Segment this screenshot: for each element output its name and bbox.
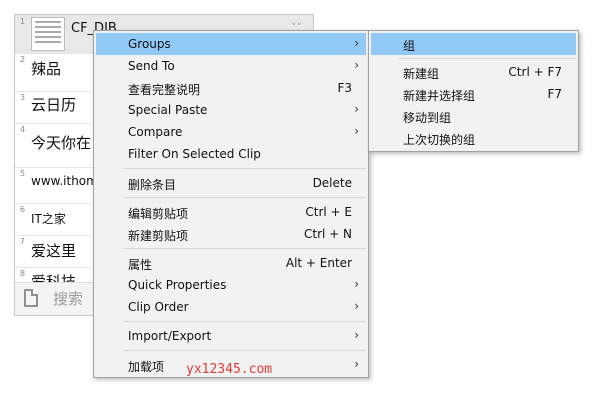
groups-submenu: 组 新建组 Ctrl + F7 新建并选择组 F7 移动到组 上次切换的组 (368, 30, 579, 152)
menu-item-shortcut: Alt + Enter (285, 256, 352, 270)
submenu-item-new-group[interactable]: 新建组 Ctrl + F7 (371, 61, 576, 83)
menu-item-label: Import/Export (128, 329, 212, 343)
submenu-item-last-switched-group[interactable]: 上次切换的组 (371, 127, 576, 149)
menu-separator (124, 197, 366, 198)
menu-item-label: 新建剪贴项 (128, 229, 189, 243)
chevron-right-icon: › (354, 357, 359, 371)
menu-item-label: 上次切换的组 (403, 133, 476, 147)
menu-item-label: Special Paste (128, 103, 208, 117)
menu-item-label: 新建组 (403, 67, 440, 81)
clip-text: 今天你在 (31, 134, 92, 152)
menu-separator (124, 350, 366, 351)
clip-number: 4 (20, 125, 26, 134)
menu-item-shortcut: F7 (547, 87, 562, 101)
menu-item-label: Send To (128, 59, 175, 73)
menu-item-label: 新建并选择组 (403, 89, 476, 103)
menu-item-groups[interactable]: Groups › (96, 33, 366, 55)
clip-number: 1 (20, 17, 26, 26)
search-input[interactable]: 搜索 (53, 288, 83, 309)
document-icon (24, 289, 38, 307)
menu-item-compare[interactable]: Compare › (96, 121, 366, 143)
menu-item-clip-order[interactable]: Clip Order › (96, 296, 366, 318)
menu-item-label: 组 (403, 39, 416, 53)
menu-item-properties[interactable]: 属性 Alt + Enter (96, 252, 366, 274)
clip-text: IT之家 (31, 212, 66, 226)
menu-item-shortcut: Ctrl + N (303, 227, 352, 241)
menu-item-label: Compare (128, 125, 183, 139)
menu-item-label: Quick Properties (128, 278, 227, 292)
image-thumbnail (31, 17, 65, 51)
clip-text: 爱这里 (31, 242, 77, 260)
menu-item-special-paste[interactable]: Special Paste › (96, 99, 366, 121)
clip-number: 7 (20, 237, 26, 246)
clip-number: 2 (20, 55, 26, 64)
submenu-item-group[interactable]: 组 (371, 33, 576, 55)
menu-item-import-export[interactable]: Import/Export › (96, 325, 366, 347)
menu-item-shortcut: Ctrl + E (305, 205, 352, 219)
menu-separator (124, 168, 366, 169)
chevron-right-icon: › (354, 299, 359, 313)
chevron-right-icon: › (354, 328, 359, 342)
menu-separator (124, 321, 366, 322)
clip-text: www.ithom (31, 174, 98, 188)
chevron-right-icon: › (354, 277, 359, 291)
menu-item-filter-on-selected-clip[interactable]: Filter On Selected Clip (96, 143, 366, 165)
menu-item-shortcut: Ctrl + F7 (508, 65, 562, 79)
menu-item-label: 加载项 (128, 360, 165, 374)
chevron-right-icon: › (354, 102, 359, 116)
menu-item-view-full-description[interactable]: 查看完整说明 F3 (96, 77, 366, 99)
clip-number: 3 (20, 93, 26, 102)
watermark-text: yx12345.com (186, 362, 273, 377)
clip-number: 5 (20, 169, 26, 178)
submenu-item-move-to-group[interactable]: 移动到组 (371, 105, 576, 127)
submenu-item-new-and-select-group[interactable]: 新建并选择组 F7 (371, 83, 576, 105)
menu-item-send-to[interactable]: Send To › (96, 55, 366, 77)
context-menu: Groups › Send To › 查看完整说明 F3 Special Pas… (93, 30, 369, 378)
menu-item-label: 查看完整说明 (128, 83, 201, 97)
menu-item-label: Groups (128, 37, 171, 51)
menu-item-new-clip[interactable]: 新建剪贴项 Ctrl + N (96, 223, 366, 245)
menu-item-label: 编辑剪贴项 (128, 207, 189, 221)
clip-text: 辣品 (31, 60, 62, 78)
menu-item-edit-clip[interactable]: 编辑剪贴项 Ctrl + E (96, 201, 366, 223)
menu-item-label: Filter On Selected Clip (128, 147, 261, 161)
menu-item-shortcut: Delete (312, 176, 352, 190)
menu-item-quick-properties[interactable]: Quick Properties › (96, 274, 366, 296)
chevron-right-icon: › (354, 58, 359, 72)
menu-separator (399, 58, 576, 59)
menu-item-label: 移动到组 (403, 111, 452, 125)
clip-number: 6 (20, 205, 26, 214)
menu-separator (124, 248, 366, 249)
clip-text: 云日历 (31, 96, 77, 114)
chevron-right-icon: › (354, 36, 359, 50)
menu-item-label: Clip Order (128, 300, 189, 314)
menu-item-shortcut: F3 (337, 81, 352, 95)
clip-number: 8 (20, 269, 26, 278)
menu-item-delete[interactable]: 删除条目 Delete (96, 172, 366, 194)
chevron-right-icon: › (354, 124, 359, 138)
menu-item-label: 删除条目 (128, 178, 177, 192)
menu-item-label: 属性 (128, 258, 153, 272)
